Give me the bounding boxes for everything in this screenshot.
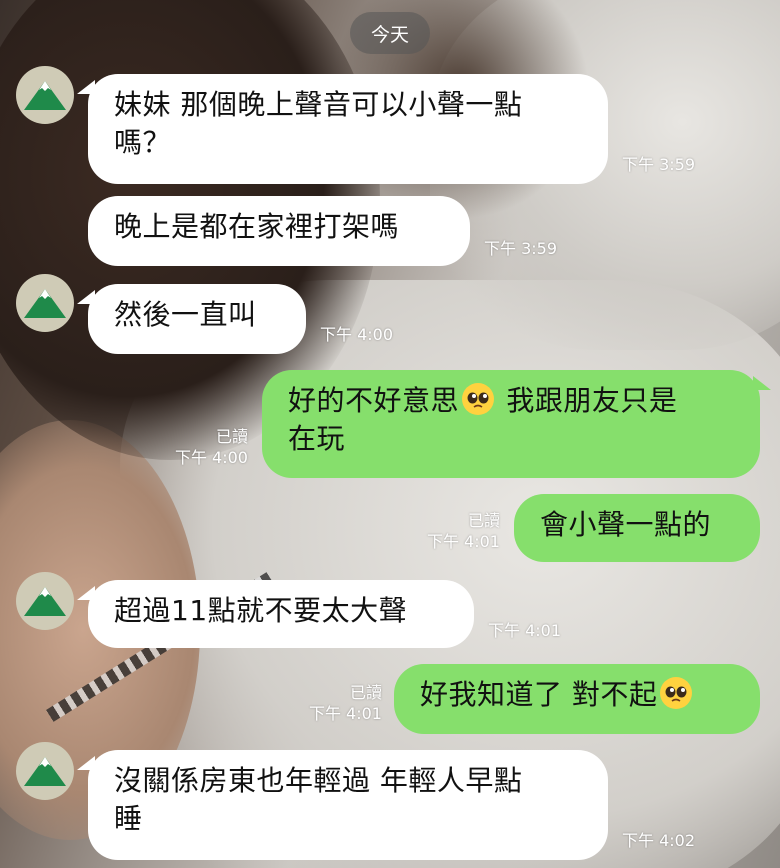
message-status: 已讀 下午 4:01 — [400, 510, 500, 552]
contact-avatar[interactable] — [16, 742, 74, 800]
message-bubble-outgoing[interactable]: 會小聲一點的 — [514, 494, 760, 562]
read-receipt: 已讀 — [349, 683, 382, 702]
contact-avatar[interactable] — [16, 66, 74, 124]
message-bubble-outgoing[interactable]: 好我知道了 對不起 — [394, 664, 760, 734]
message-time: 下午 4:01 — [488, 621, 562, 640]
message-text: 沒關係房東也年輕過 年輕人早點 — [114, 764, 523, 797]
date-divider: 今天 — [350, 12, 430, 54]
message-bubble-incoming[interactable]: 然後一直叫 — [77, 284, 306, 354]
message-text: 我跟朋友只是 — [497, 384, 678, 417]
pleading-face-emoji-icon — [660, 677, 693, 709]
message-status: 已讀 下午 4:01 — [282, 682, 382, 724]
message-text-line: 好的不好意思 我跟朋友只是 — [288, 382, 734, 420]
message-text: 在玩 — [288, 422, 346, 455]
message-time: 下午 3:59 — [484, 239, 558, 258]
message-bubble-incoming[interactable]: 沒關係房東也年輕過 年輕人早點 睡 — [77, 750, 608, 860]
message-text: 然後一直叫 — [114, 298, 257, 331]
pleading-face-emoji-icon — [462, 383, 495, 415]
message-bubble-incoming[interactable]: 超過11點就不要太大聲 — [77, 580, 474, 648]
message-text: 晚上是都在家裡打架嗎 — [114, 210, 400, 243]
message-bubble-outgoing[interactable]: 好的不好意思 我跟朋友只是 在玩 — [262, 370, 771, 478]
read-receipt: 已讀 — [467, 511, 500, 530]
message-bubble-incoming[interactable]: 晚上是都在家裡打架嗎 — [88, 196, 470, 266]
message-text: 嗎？ — [114, 126, 172, 159]
message-text-line: 好我知道了 對不起 — [420, 676, 734, 714]
message-time: 下午 4:02 — [622, 831, 696, 850]
message-text: 超過11點就不要太大聲 — [114, 594, 408, 627]
message-text: 睡 — [114, 802, 143, 835]
read-receipt: 已讀 — [215, 427, 248, 446]
message-text: 好的不好意思 — [288, 384, 460, 417]
message-time: 下午 4:01 — [426, 532, 500, 551]
message-bubble-incoming[interactable]: 妹妹 那個晚上聲音可以小聲一點 嗎？ — [77, 74, 608, 184]
message-text: 妹妹 那個晚上聲音可以小聲一點 — [114, 88, 523, 121]
contact-avatar[interactable] — [16, 572, 74, 630]
message-text: 好我知道了 對不起 — [420, 678, 658, 711]
message-text: 會小聲一點的 — [540, 508, 712, 541]
message-time: 下午 4:00 — [320, 325, 394, 344]
message-status: 已讀 下午 4:00 — [150, 426, 248, 468]
message-time: 下午 4:01 — [308, 704, 382, 723]
contact-avatar[interactable] — [16, 274, 74, 332]
message-time: 下午 4:00 — [174, 448, 248, 467]
message-time: 下午 3:59 — [622, 155, 696, 174]
